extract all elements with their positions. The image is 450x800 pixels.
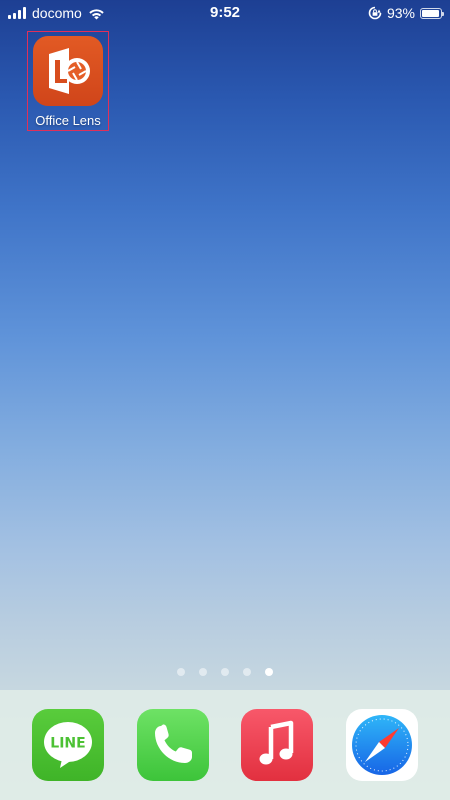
- home-screen: docomo 9:52 93% Office Lens LINE: [0, 0, 450, 800]
- page-dot[interactable]: [221, 668, 229, 676]
- dock-app-line[interactable]: LINE: [32, 709, 104, 781]
- battery-percent: 93%: [386, 5, 415, 21]
- battery-icon: [420, 7, 444, 19]
- page-dot[interactable]: [177, 668, 185, 676]
- safari-icon: [352, 715, 412, 775]
- battery-fill: [422, 9, 439, 17]
- status-bar: docomo 9:52 93%: [0, 0, 450, 26]
- page-dot[interactable]: [243, 668, 251, 676]
- music-icon: [259, 720, 294, 765]
- line-icon-text: LINE: [50, 736, 85, 752]
- status-right: 93%: [368, 5, 444, 21]
- page-indicator[interactable]: [0, 668, 450, 676]
- app-office-lens[interactable]: Office Lens: [27, 31, 109, 131]
- page-dot[interactable]: [199, 668, 207, 676]
- dock-app-safari[interactable]: [346, 709, 418, 781]
- dock: LINE: [0, 690, 450, 800]
- orientation-lock-icon: [368, 6, 382, 20]
- page-dot-active[interactable]: [265, 668, 273, 676]
- line-icon: LINE: [44, 722, 92, 768]
- office-lens-icon: [33, 36, 103, 106]
- phone-icon: [155, 724, 192, 763]
- dock-app-music[interactable]: [241, 709, 313, 781]
- dock-app-phone[interactable]: [137, 709, 209, 781]
- app-label: Office Lens: [35, 113, 101, 128]
